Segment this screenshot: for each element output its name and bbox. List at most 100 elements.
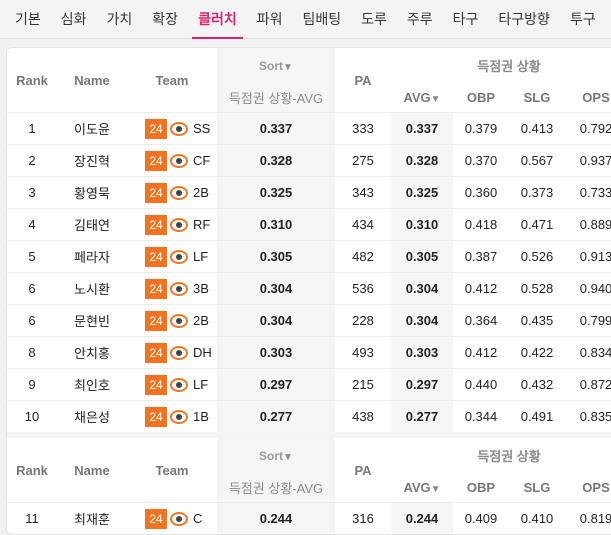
player-name-link[interactable]: 최인호 (57, 368, 127, 401)
ops-header[interactable]: OPS (565, 472, 611, 503)
position-label: 3B (193, 281, 209, 296)
pa-cell: 482 (335, 240, 391, 273)
player-name-link[interactable]: 문현빈 (57, 304, 127, 337)
player-name-link[interactable]: 김태연 (57, 208, 127, 241)
tab-확장[interactable]: 확장 (142, 0, 188, 38)
table-row[interactable]: 9 최인호 24 LF 0.297 215 0.297 0.440 0.432 0.872 (7, 368, 611, 401)
player-name-link[interactable]: 최재훈 (57, 502, 127, 534)
season-badge: 24 (145, 310, 167, 331)
team-logo-icon (170, 409, 188, 424)
ops-cell: 0.733 (565, 176, 611, 209)
player-name-link[interactable]: 노시환 (57, 272, 127, 305)
avg-header[interactable]: AVG▼ (391, 472, 453, 503)
tab-클러치[interactable]: 클러치 (188, 0, 247, 39)
pa-header[interactable]: PA (335, 48, 391, 113)
position-label: CF (193, 153, 211, 168)
avg-header[interactable]: AVG▼ (391, 82, 453, 113)
sort-value-cell: 0.244 (217, 502, 335, 534)
tab-도루[interactable]: 도루 (351, 0, 397, 38)
slg-cell: 0.373 (509, 176, 565, 209)
tab-타구방향[interactable]: 타구방향 (488, 0, 560, 38)
position-label: 1B (193, 409, 209, 424)
tab-심화[interactable]: 심화 (51, 0, 97, 38)
team-logo-icon (170, 153, 188, 168)
team-info: 24 2B (127, 310, 217, 331)
stats-table: Rank Name Team Sort▼ PA 득점권 상황 득점권 상황-AVG AVG▼ O… (7, 48, 611, 534)
obp-cell: 0.412 (453, 272, 509, 305)
sort-header[interactable]: Sort▼ (217, 438, 335, 472)
team-cell: 24 2B (127, 304, 217, 337)
team-logo-icon (170, 121, 188, 136)
rank-cell: 6 (7, 272, 57, 305)
team-logo-icon (170, 511, 188, 526)
sort-header[interactable]: Sort▼ (217, 48, 335, 82)
player-name-link[interactable]: 장진혁 (57, 144, 127, 177)
table-row[interactable]: 4 김태연 24 RF 0.310 434 0.310 0.418 0.471 0.889 (7, 208, 611, 241)
slg-cell: 0.567 (509, 144, 565, 177)
ops-header[interactable]: OPS (565, 82, 611, 113)
tab-팀배팅[interactable]: 팀배팅 (292, 0, 351, 38)
tab-구종[interactable]: 구종 (606, 0, 611, 38)
player-name-link[interactable]: 이도윤 (57, 112, 127, 145)
obp-header[interactable]: OBP (453, 82, 509, 113)
ops-cell: 0.834 (565, 336, 611, 369)
table-row[interactable]: 2 장진혁 24 CF 0.328 275 0.328 0.370 0.567 0.937 (7, 144, 611, 177)
team-logo-icon (170, 217, 188, 232)
pa-cell: 536 (335, 272, 391, 305)
tab-가치[interactable]: 가치 (97, 0, 143, 38)
sort-metric-header[interactable]: 득점권 상황-AVG (217, 82, 335, 113)
rank-cell: 10 (7, 400, 57, 432)
player-name-link[interactable]: 채은성 (57, 400, 127, 432)
rank-header[interactable]: Rank (7, 438, 57, 503)
team-info: 24 C (127, 508, 217, 529)
rank-header[interactable]: Rank (7, 48, 57, 113)
tab-파워[interactable]: 파워 (247, 0, 293, 38)
tab-주루[interactable]: 주루 (397, 0, 443, 38)
team-header[interactable]: Team (127, 438, 217, 503)
sort-metric-header[interactable]: 득점권 상황-AVG (217, 472, 335, 503)
ops-cell: 0.835 (565, 400, 611, 432)
tab-투구[interactable]: 투구 (560, 0, 606, 38)
slg-cell: 0.432 (509, 368, 565, 401)
sort-value-cell: 0.304 (217, 304, 335, 337)
team-header[interactable]: Team (127, 48, 217, 113)
player-name-link[interactable]: 황영묵 (57, 176, 127, 209)
table-row[interactable]: 11 최재훈 24 C 0.244 316 0.244 0.409 0.410 0.819 (7, 502, 611, 534)
table-row[interactable]: 5 페라자 24 LF 0.305 482 0.305 0.387 0.526 0.913 (7, 240, 611, 273)
name-header[interactable]: Name (57, 48, 127, 113)
ops-cell: 0.792 (565, 112, 611, 145)
season-badge: 24 (145, 508, 167, 529)
tab-타구[interactable]: 타구 (443, 0, 489, 38)
table-row[interactable]: 6 문현빈 24 2B 0.304 228 0.304 0.364 0.435 0.799 (7, 304, 611, 337)
tab-기본[interactable]: 기본 (5, 0, 51, 38)
rank-cell: 11 (7, 502, 57, 534)
ops-cell: 0.799 (565, 304, 611, 337)
slg-header[interactable]: SLG (509, 82, 565, 113)
team-cell: 24 C (127, 502, 217, 534)
avg-label: AVG (403, 89, 431, 105)
sort-label: Sort (259, 448, 284, 463)
team-cell: 24 CF (127, 144, 217, 177)
pa-cell: 215 (335, 368, 391, 401)
ops-cell: 0.889 (565, 208, 611, 241)
position-label: RF (193, 217, 211, 232)
stat-tabs: 기본심화가치확장클러치파워팀배팅도루주루타구타구방향투구구종 (0, 0, 611, 39)
position-label: LF (193, 249, 209, 264)
avg-cell: 0.304 (391, 304, 453, 337)
table-row[interactable]: 6 노시환 24 3B 0.304 536 0.304 0.412 0.528 0.940 (7, 272, 611, 305)
table-row[interactable]: 8 안치홍 24 DH 0.303 493 0.303 0.412 0.422 0.834 (7, 336, 611, 369)
table-row[interactable]: 3 황영묵 24 2B 0.325 343 0.325 0.360 0.373 0.733 (7, 176, 611, 209)
pa-header[interactable]: PA (335, 438, 391, 503)
name-header[interactable]: Name (57, 438, 127, 503)
table-row[interactable]: 10 채은성 24 1B 0.277 438 0.277 0.344 0.491 0.835 (7, 400, 611, 432)
table-row[interactable]: 1 이도윤 24 SS 0.337 333 0.337 0.379 0.413 0.792 (7, 112, 611, 145)
team-cell: 24 LF (127, 240, 217, 273)
rank-cell: 1 (7, 112, 57, 145)
team-logo-icon (170, 185, 188, 200)
player-name-link[interactable]: 페라자 (57, 240, 127, 273)
sort-down-icon: ▼ (430, 483, 441, 495)
team-cell: 24 SS (127, 112, 217, 145)
player-name-link[interactable]: 안치홍 (57, 336, 127, 369)
obp-header[interactable]: OBP (453, 472, 509, 503)
slg-header[interactable]: SLG (509, 472, 565, 503)
